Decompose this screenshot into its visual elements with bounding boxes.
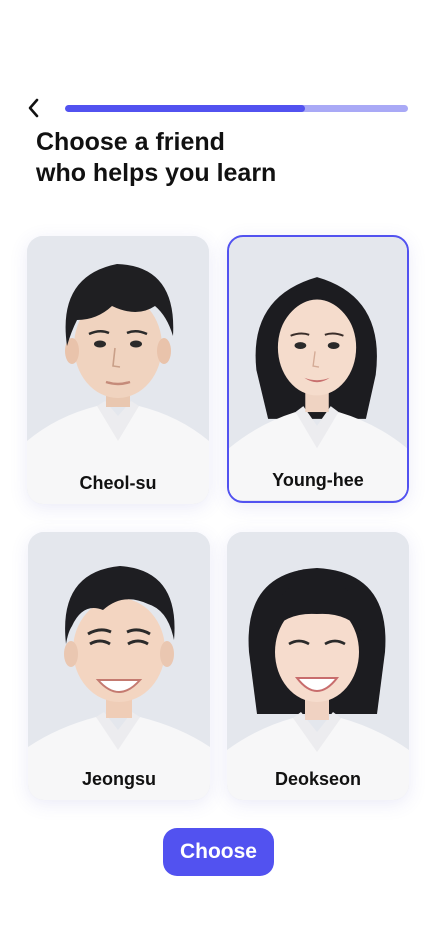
progress-fill [65,105,306,112]
chevron-left-icon [28,98,39,118]
title-line-1: Choose a friend [36,128,225,156]
friend-name: Cheol-su [79,473,157,493]
friend-card-deokseon[interactable]: Deokseon [227,532,409,800]
friend-name: Young-hee [272,470,364,490]
friend-photo [229,237,407,501]
choose-button[interactable]: Choose [163,828,274,876]
page-title: Choose a friend who helps you learn [36,127,276,189]
title-line-2: who helps you learn [36,159,277,187]
friend-name: Jeongsu [81,769,156,789]
friend-card-young-hee[interactable]: Young-hee [227,235,409,503]
friend-photo [227,532,409,800]
back-button[interactable] [22,94,46,122]
friend-name: Deokseon [274,769,362,789]
progress-bar [65,105,408,112]
friend-photo [28,532,210,800]
friend-photo [27,236,209,504]
friend-card-jeongsu[interactable]: Jeongsu [28,532,210,800]
friend-card-cheol-su[interactable]: Cheol-su [27,236,209,504]
